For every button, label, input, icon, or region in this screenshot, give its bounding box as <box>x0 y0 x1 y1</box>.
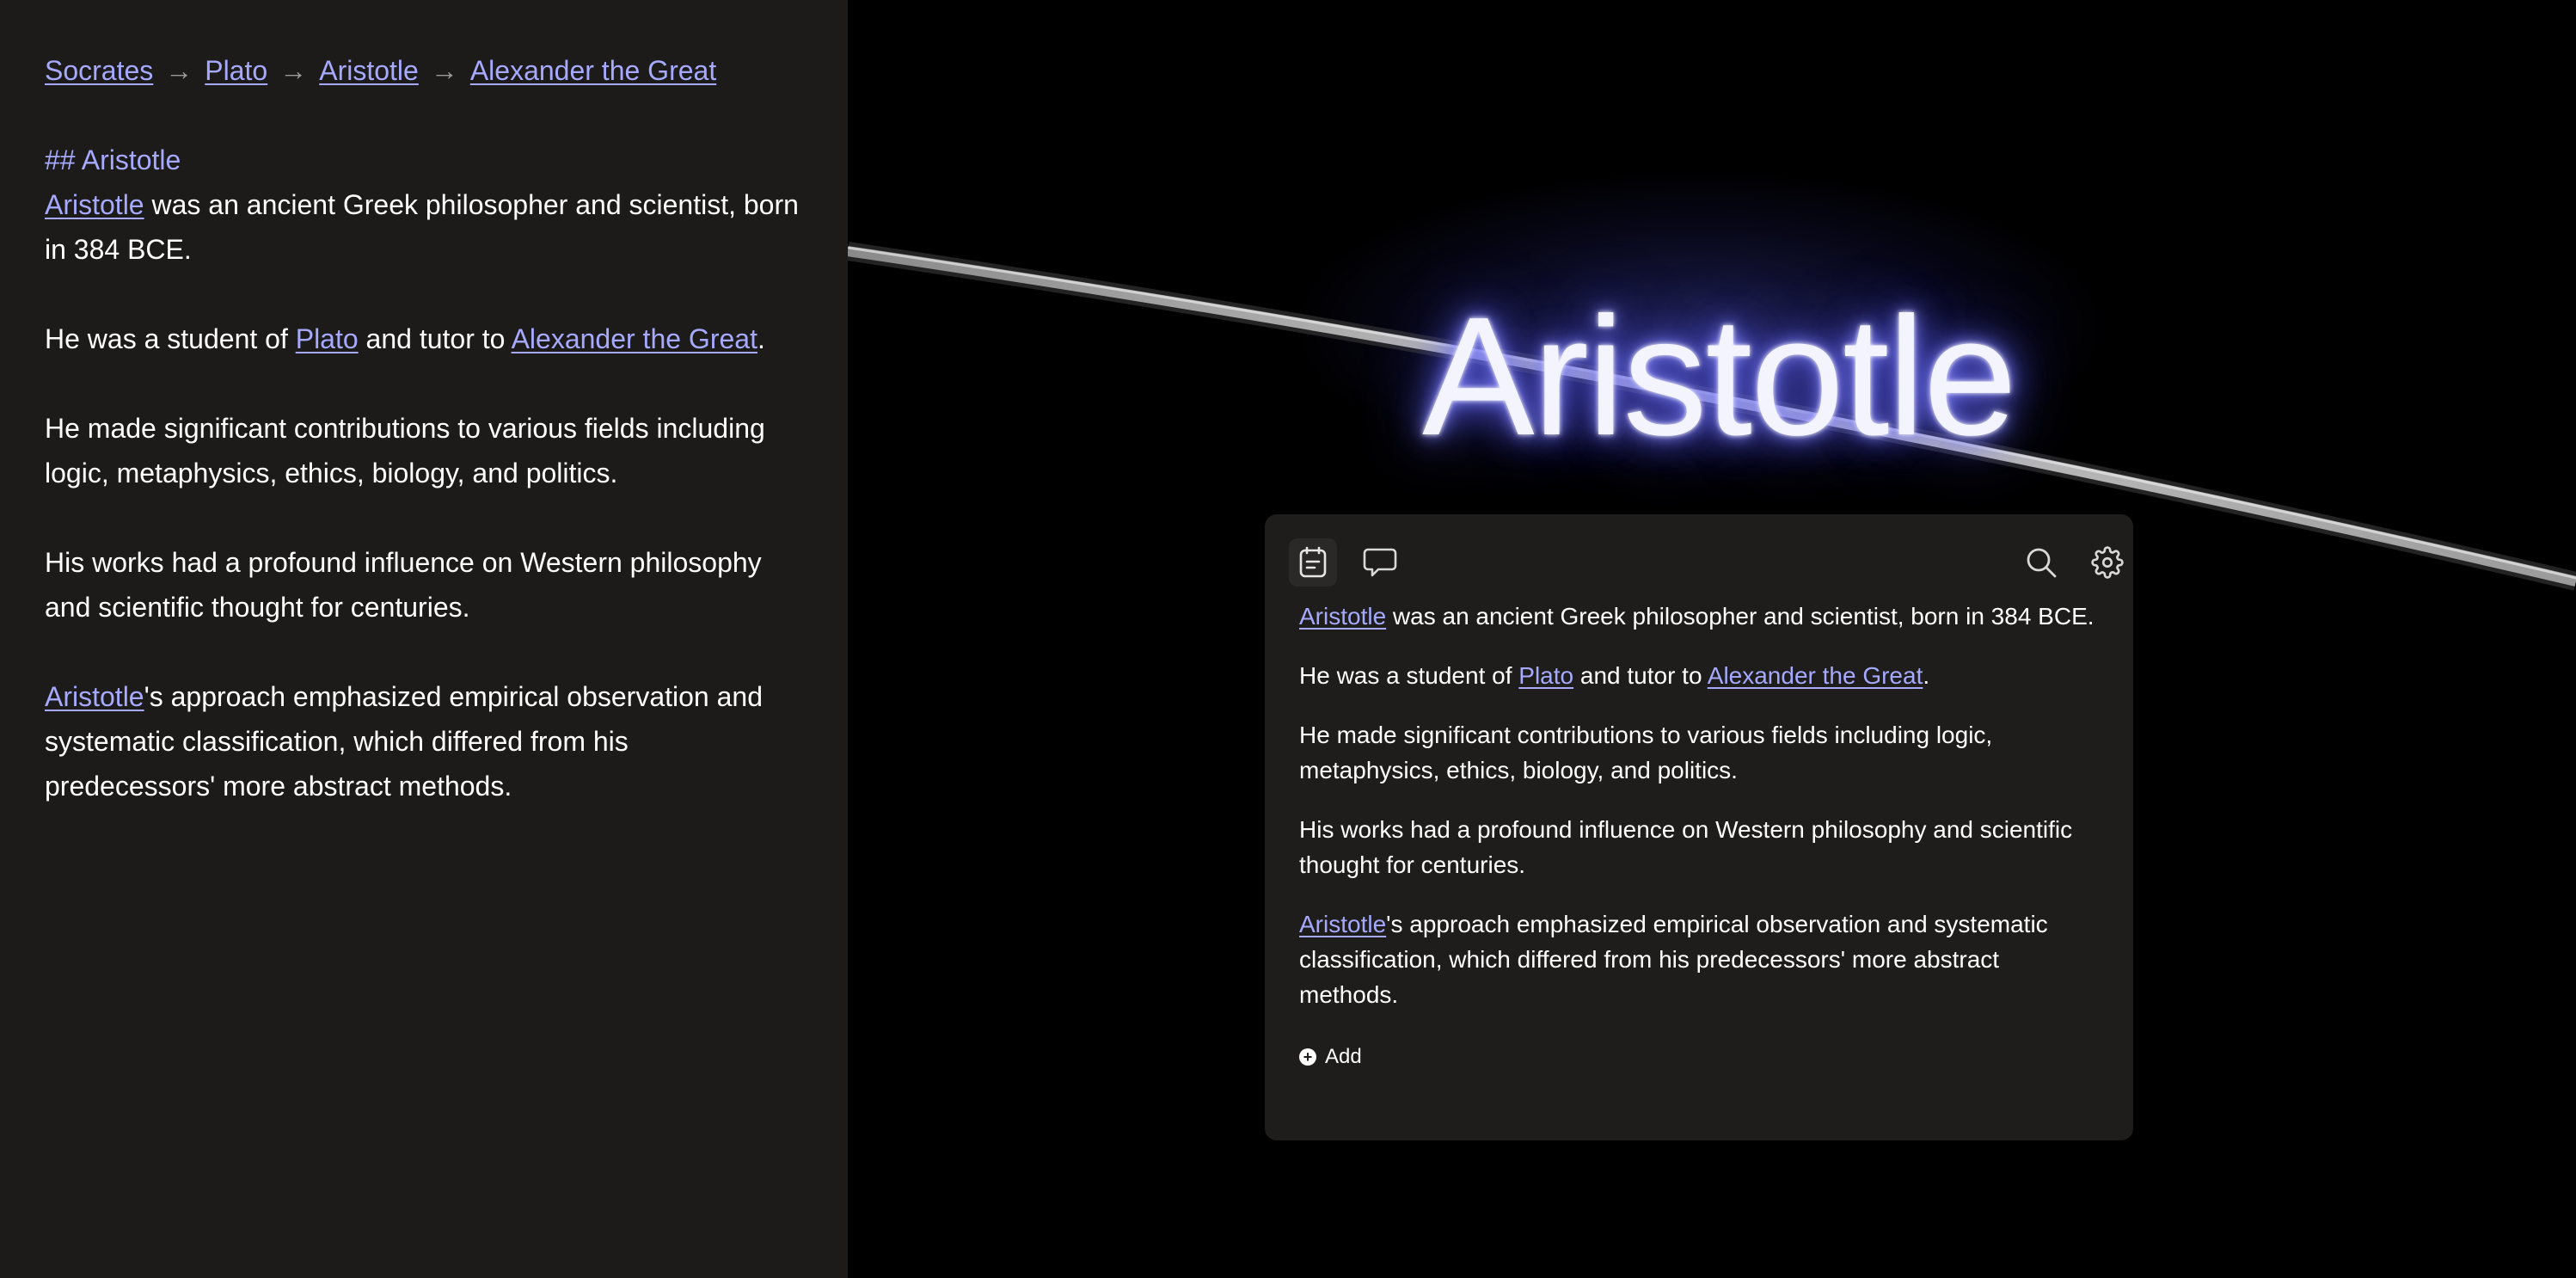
card-paragraph-5: Aristotle's approach emphasized empirica… <box>1299 906 2099 1012</box>
add-button[interactable]: + Add <box>1299 1044 1362 1070</box>
search-icon <box>2025 546 2058 579</box>
paragraph-text: He was a student of <box>45 323 296 354</box>
plus-circle-icon: + <box>1299 1048 1316 1066</box>
search-button[interactable] <box>2017 538 2065 587</box>
card-paragraph-2: He was a student of Plato and tutor to A… <box>1299 658 2099 693</box>
editor-paragraph-2: He was a student of Plato and tutor to A… <box>45 316 803 361</box>
arrow-right-icon: → <box>165 55 193 86</box>
paragraph-text: . <box>1923 662 1930 689</box>
paragraph-text: was an ancient Greek philosopher and sci… <box>1386 603 2095 630</box>
paragraph-text: 's approach emphasized empirical observa… <box>1299 911 2048 1008</box>
wikilink-aristotle[interactable]: Aristotle <box>1299 603 1386 630</box>
settings-button[interactable] <box>2083 538 2131 587</box>
card-paragraph-4: His works had a profound influence on We… <box>1299 816 2073 878</box>
app-window: Socrates → Plato → Aristotle → Alexander the G… <box>0 0 2576 1278</box>
breadcrumb-link-socrates[interactable]: Socrates <box>45 55 153 86</box>
document-view-button[interactable] <box>1289 538 1337 587</box>
node-title-label[interactable]: Aristotle <box>848 291 2576 463</box>
wikilink-alexander[interactable]: Alexander the Great <box>512 323 757 354</box>
card-paragraph-1: Aristotle was an ancient Greek philosoph… <box>1299 599 2099 634</box>
arrow-right-icon: → <box>279 55 308 86</box>
paragraph-text: He was a student of <box>1299 662 1519 689</box>
comment-icon <box>1363 547 1397 578</box>
node-title-text: Aristotle <box>1421 282 2017 470</box>
add-button-label: Add <box>1325 1045 1362 1068</box>
editor-paragraph-1: Aristotle was an ancient Greek philosoph… <box>45 182 803 272</box>
comments-button[interactable] <box>1356 538 1404 587</box>
breadcrumb-link-alexander[interactable]: Alexander the Great <box>470 55 716 86</box>
graph-canvas[interactable]: Aristotle Aristotle was an ancient Greek… <box>848 0 2576 1278</box>
editor-paragraph-3: He made significant contributions to var… <box>45 413 765 488</box>
breadcrumb: Socrates → Plato → Aristotle → Alexander the G… <box>45 48 803 93</box>
wikilink-aristotle[interactable]: Aristotle <box>45 681 144 712</box>
document-icon <box>1298 546 1328 579</box>
paragraph-text: . <box>757 323 765 354</box>
paragraph-text: and tutor to <box>358 323 512 354</box>
card-toolbar <box>1289 538 2124 587</box>
gear-icon <box>2091 546 2124 579</box>
wikilink-alexander[interactable]: Alexander the Great <box>1708 662 1923 689</box>
breadcrumb-link-plato[interactable]: Plato <box>205 55 267 86</box>
card-paragraph-3: He made significant contributions to var… <box>1299 722 1993 783</box>
wikilink-aristotle[interactable]: Aristotle <box>45 189 144 220</box>
breadcrumb-link-aristotle[interactable]: Aristotle <box>319 55 419 86</box>
wikilink-plato[interactable]: Plato <box>296 323 359 354</box>
node-card: Aristotle was an ancient Greek philosoph… <box>1265 514 2133 1140</box>
editor-paragraph-5: Aristotle's approach emphasized empirica… <box>45 674 803 808</box>
wikilink-aristotle[interactable]: Aristotle <box>1299 911 1386 937</box>
paragraph-text: and tutor to <box>1573 662 1708 689</box>
arrow-right-icon: → <box>430 55 458 86</box>
paragraph-text: was an ancient Greek philosopher and sci… <box>45 189 799 265</box>
markdown-heading: ## Aristotle <box>45 144 181 175</box>
editor-paragraph-4: His works had a profound influence on We… <box>45 547 762 623</box>
markdown-editor-panel[interactable]: Socrates → Plato → Aristotle → Alexander the G… <box>0 0 848 1278</box>
paragraph-text: 's approach emphasized empirical observa… <box>45 681 763 802</box>
wikilink-plato[interactable]: Plato <box>1518 662 1573 689</box>
